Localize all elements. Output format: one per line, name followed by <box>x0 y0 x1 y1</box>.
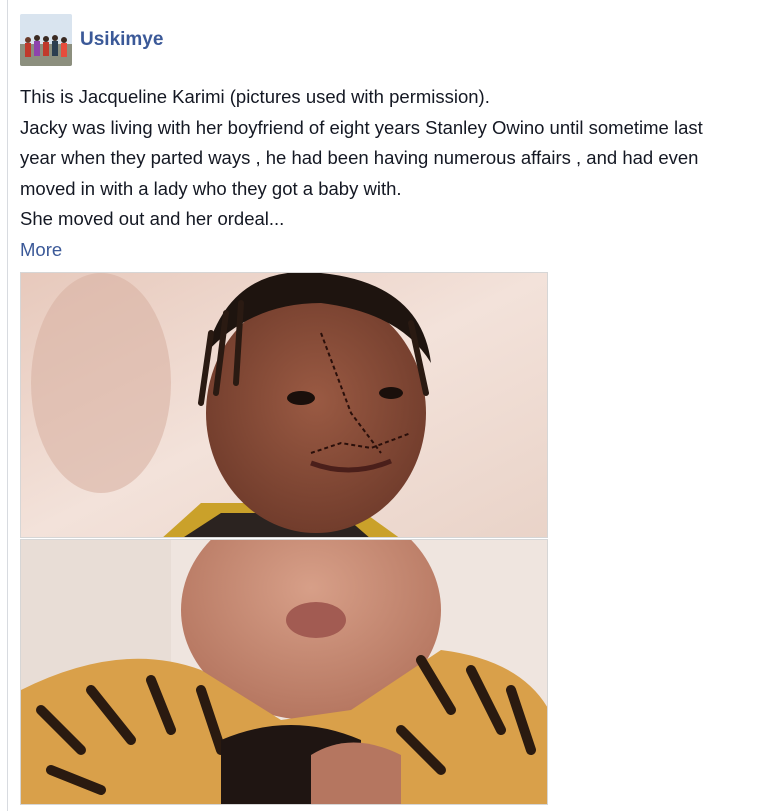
post-text-line: year when they parted ways , he had been… <box>20 147 699 168</box>
post-text-line: This is Jacqueline Karimi (pictures used… <box>20 86 490 107</box>
author-avatar[interactable] <box>20 14 72 66</box>
post-photo-1[interactable] <box>20 272 548 538</box>
post-left-border <box>7 0 8 811</box>
post-text-line: moved in with a lady who they got a baby… <box>20 177 402 199</box>
post-text-line: She moved out and her ordeal... <box>20 208 285 229</box>
post-text-line: Jacky was living with her boyfriend of e… <box>20 116 703 138</box>
post-photo-2[interactable] <box>20 539 548 805</box>
author-name-link[interactable]: Usikimye <box>80 29 163 51</box>
post-body: This is Jacqueline Karimi (pictures used… <box>20 82 780 265</box>
more-link[interactable]: More <box>20 235 780 266</box>
post-header: Usikimye <box>20 14 163 66</box>
